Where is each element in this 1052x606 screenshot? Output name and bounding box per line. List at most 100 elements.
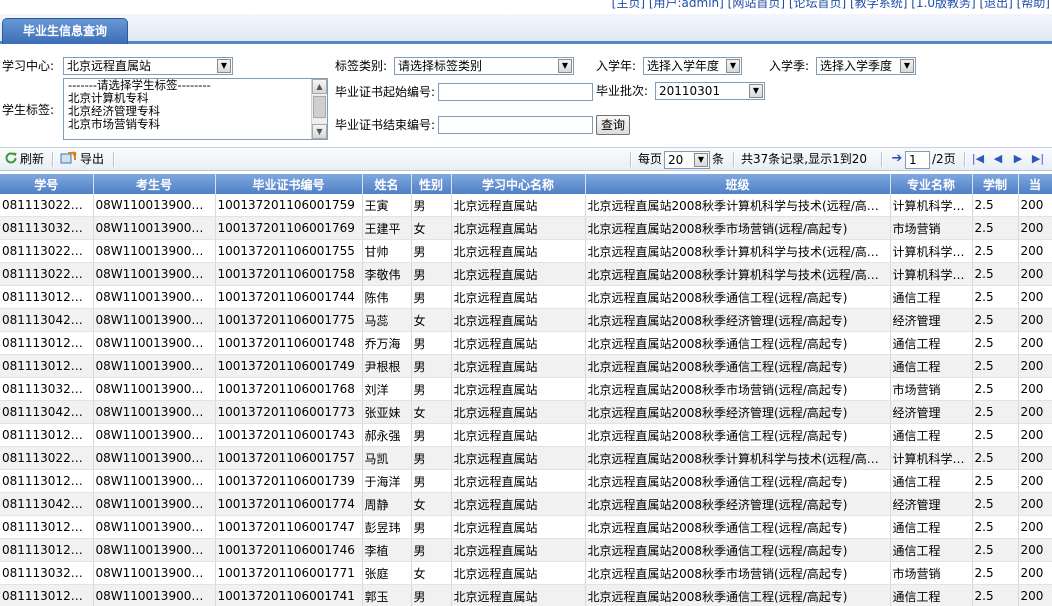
chevron-down-icon: ▼ (749, 84, 763, 98)
table-cell: 于海洋 (362, 469, 412, 493)
table-cell: 081113032… (0, 377, 94, 401)
table-row[interactable]: 081113012… 08W110013900… 10013720110600174… (0, 515, 1052, 539)
table-row[interactable]: 081113042… 08W110013900… 10013720110600177… (0, 308, 1052, 332)
table-cell: 男 (411, 377, 452, 401)
table-cell: 100137201106001769 (215, 216, 363, 240)
column-header[interactable]: 姓名 (362, 174, 412, 194)
table-cell: 通信工程 (890, 423, 973, 447)
table-row[interactable]: 081113012… 08W110013900… 10013720110600174… (0, 354, 1052, 378)
table-cell: 08W110013900… (93, 377, 216, 401)
table-cell: 100137201106001746 (215, 538, 363, 562)
listbox-scrollbar[interactable]: ▲ ▼ (311, 79, 327, 139)
column-header[interactable]: 性别 (411, 174, 452, 194)
table-cell: 北京远程直属站 (451, 515, 586, 539)
table-row[interactable]: 081113022… 08W110013900… 10013720110600175… (0, 239, 1052, 263)
tab-graduate-query[interactable]: 毕业生信息查询 (2, 18, 128, 44)
table-cell: 马凯 (362, 446, 412, 470)
first-page-icon[interactable]: |◀ (971, 152, 985, 166)
table-cell: 081113012… (0, 423, 94, 447)
page-input[interactable]: 1 (905, 151, 930, 169)
table-cell: 北京远程直属站2008秋季市场营销(远程/高起专) (585, 561, 891, 585)
table-cell: 女 (411, 400, 452, 424)
table-cell: 081113022… (0, 194, 94, 217)
column-header[interactable]: 毕业证书编号 (215, 174, 363, 194)
table-cell: 经济管理 (890, 400, 973, 424)
column-header[interactable]: 学号 (0, 174, 94, 194)
prev-page-icon[interactable]: ◀ (991, 152, 1005, 166)
table-cell: 081113012… (0, 584, 94, 606)
table-row[interactable]: 081113032… 08W110013900… 10013720110600177… (0, 561, 1052, 585)
query-button[interactable]: 查询 (596, 115, 630, 135)
top-links[interactable]: [主页] [用户:admin] [网站首页] [论坛首页] [教学系统] [1.… (612, 0, 1050, 10)
table-cell: 08W110013900… (93, 262, 216, 286)
table-row[interactable]: 081113022… 08W110013900… 10013720110600175… (0, 262, 1052, 286)
refresh-button[interactable]: 刷新 (4, 151, 44, 167)
table-row[interactable]: 081113022… 08W110013900… 10013720110600175… (0, 446, 1052, 470)
table-cell: 郭玉 (362, 584, 412, 606)
cert-start-input[interactable] (438, 83, 593, 101)
column-header[interactable]: 当 (1018, 174, 1052, 194)
table-cell: 郝永强 (362, 423, 412, 447)
next-page-icon[interactable]: ▶ (1011, 152, 1025, 166)
table-row[interactable]: 081113012… 08W110013900… 10013720110600174… (0, 584, 1052, 606)
table-cell: 100137201106001744 (215, 285, 363, 309)
page-total: /2页 (932, 152, 956, 166)
center-select[interactable]: 北京远程直属站 ▼ (63, 57, 233, 75)
table-cell: 2.5 (972, 308, 1019, 332)
table-row[interactable]: 081113012… 08W110013900… 10013720110600173… (0, 469, 1052, 493)
table-row[interactable]: 081113012… 08W110013900… 10013720110600174… (0, 331, 1052, 355)
column-header[interactable]: 学制 (972, 174, 1019, 194)
column-header[interactable]: 专业名称 (890, 174, 973, 194)
table-cell: 通信工程 (890, 515, 973, 539)
table-cell: 081113042… (0, 400, 94, 424)
batch-select[interactable]: 20110301 ▼ (655, 82, 765, 100)
table-cell: 08W110013900… (93, 446, 216, 470)
table-cell: 081113042… (0, 492, 94, 516)
table-cell: 08W110013900… (93, 308, 216, 332)
scroll-down-icon[interactable]: ▼ (312, 124, 327, 139)
table-cell: 200 (1018, 216, 1052, 240)
table-cell: 100137201106001748 (215, 331, 363, 355)
tag-type-select[interactable]: 请选择标签类别 ▼ (394, 57, 574, 75)
table-cell: 100137201106001739 (215, 469, 363, 493)
table-cell: 08W110013900… (93, 354, 216, 378)
column-header[interactable]: 学习中心名称 (451, 174, 586, 194)
table-row[interactable]: 081113012… 08W110013900… 10013720110600174… (0, 423, 1052, 447)
per-page-select[interactable]: 20 ▼ (664, 151, 710, 169)
table-cell: 08W110013900… (93, 194, 216, 217)
table-cell: 女 (411, 216, 452, 240)
table-cell: 200 (1018, 446, 1052, 470)
table-row[interactable]: 081113012… 08W110013900… 10013720110600174… (0, 538, 1052, 562)
table-cell: 北京远程直属站 (451, 446, 586, 470)
table-cell: 北京远程直属站2008秋季市场营销(远程/高起专) (585, 216, 891, 240)
table-cell: 北京远程直属站 (451, 262, 586, 286)
chevron-down-icon: ▼ (726, 59, 740, 73)
table-row[interactable]: 081113032… 08W110013900… 10013720110600176… (0, 216, 1052, 240)
go-page-icon[interactable]: ➔ (890, 152, 904, 166)
list-item[interactable]: 北京市场营销专科 (64, 118, 327, 131)
table-cell: 北京远程直属站 (451, 423, 586, 447)
season-select[interactable]: 选择入学季度 ▼ (816, 57, 916, 75)
table-row[interactable]: 081113042… 08W110013900… 10013720110600177… (0, 400, 1052, 424)
scroll-thumb[interactable] (313, 96, 326, 118)
table-row[interactable]: 081113012… 08W110013900… 10013720110600174… (0, 285, 1052, 309)
column-header[interactable]: 班级 (585, 174, 891, 194)
table-cell: 2.5 (972, 584, 1019, 606)
export-button[interactable]: 导出 (60, 151, 104, 167)
last-page-icon[interactable]: ▶| (1031, 152, 1045, 166)
table-cell: 男 (411, 285, 452, 309)
table-cell: 2.5 (972, 262, 1019, 286)
table-cell: 市场营销 (890, 377, 973, 401)
table-cell: 李植 (362, 538, 412, 562)
year-select[interactable]: 选择入学年度 ▼ (643, 57, 742, 75)
scroll-up-icon[interactable]: ▲ (312, 79, 327, 94)
table-cell: 北京远程直属站 (451, 584, 586, 606)
table-row[interactable]: 081113032… 08W110013900… 10013720110600176… (0, 377, 1052, 401)
student-tag-listbox[interactable]: -------请选择学生标签-------- 北京计算机专科 北京经济管理专科 … (63, 78, 328, 140)
table-cell: 2.5 (972, 400, 1019, 424)
table-row[interactable]: 081113042… 08W110013900… 10013720110600177… (0, 492, 1052, 516)
table-cell: 08W110013900… (93, 515, 216, 539)
table-row[interactable]: 081113022… 08W110013900… 10013720110600175… (0, 194, 1052, 217)
column-header[interactable]: 考生号 (93, 174, 216, 194)
cert-end-input[interactable] (438, 116, 593, 134)
